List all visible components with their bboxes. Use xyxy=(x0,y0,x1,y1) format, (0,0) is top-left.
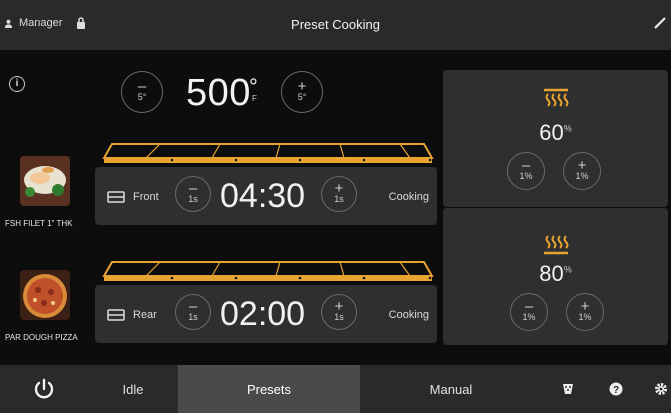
cleaning-button[interactable] xyxy=(548,365,588,413)
power-button[interactable] xyxy=(0,365,88,413)
temp-step-label: 5° xyxy=(297,92,307,102)
product-image-fish[interactable] xyxy=(20,156,70,206)
time-increase-button[interactable]: + 1s xyxy=(321,294,357,330)
temp-step-label: 5° xyxy=(137,92,147,102)
zone-status: Cooking xyxy=(388,191,429,203)
bottom-heater-panel[interactable]: 80% – 1% + 1% xyxy=(443,208,668,345)
zone-name: Front xyxy=(133,191,159,203)
svg-text:?: ? xyxy=(613,385,619,396)
cleaning-icon xyxy=(563,384,573,394)
time-decrease-button[interactable]: – 1s xyxy=(175,294,211,330)
zone-name: Rear xyxy=(133,309,157,321)
temperature-value: 500 xyxy=(186,72,251,114)
oven-zone-icon xyxy=(107,191,125,203)
product-label: PAR DOUGH PIZZA xyxy=(5,333,78,342)
bottom-heater-icon xyxy=(544,235,569,255)
temperature-unit: ° F xyxy=(249,74,258,104)
top-heater-value: 60% xyxy=(539,120,572,145)
power-icon xyxy=(34,378,54,399)
gear-icon xyxy=(654,383,667,395)
product-image-pizza[interactable] xyxy=(20,270,70,320)
tab-presets[interactable]: Presets xyxy=(178,365,360,413)
rack-rear-icon xyxy=(102,261,434,281)
help-button[interactable]: ? xyxy=(598,365,634,413)
oven-zone-icon xyxy=(107,309,125,321)
product-label: FSH FILET 1" THK xyxy=(5,219,73,228)
help-icon: ? xyxy=(609,382,623,396)
rack-front-icon xyxy=(102,143,434,163)
top-heater-increase-button[interactable]: + 1% xyxy=(563,152,601,190)
bottom-heater-increase-button[interactable]: + 1% xyxy=(566,293,604,331)
bottom-nav: Idle Presets Manual ? xyxy=(0,365,671,413)
zone-front-panel[interactable]: Front – 1s 04:30 + 1s Cooking xyxy=(95,167,437,225)
time-increase-button[interactable]: + 1s xyxy=(321,176,357,212)
time-decrease-button[interactable]: – 1s xyxy=(175,176,211,212)
info-icon[interactable]: i xyxy=(9,76,25,92)
cook-time: 04:30 xyxy=(220,177,306,215)
zone-status: Cooking xyxy=(388,309,429,321)
temp-decrease-button[interactable]: – 5° xyxy=(121,71,163,113)
top-heater-decrease-button[interactable]: – 1% xyxy=(507,152,545,190)
temp-increase-button[interactable]: + 5° xyxy=(281,71,323,113)
zone-rear-panel[interactable]: Rear – 1s 02:00 + 1s Cooking xyxy=(95,285,437,343)
header-bar: Manager Preset Cooking xyxy=(0,0,671,50)
bottom-heater-value: 80% xyxy=(539,261,572,286)
tab-idle[interactable]: Idle xyxy=(88,365,178,413)
edit-icon[interactable] xyxy=(653,14,669,30)
cook-time: 02:00 xyxy=(220,295,306,333)
bottom-heater-decrease-button[interactable]: – 1% xyxy=(510,293,548,331)
top-heater-panel[interactable]: 60% – 1% + 1% xyxy=(443,70,668,207)
top-heater-icon xyxy=(544,88,569,107)
page-title: Preset Cooking xyxy=(291,17,380,32)
settings-button[interactable] xyxy=(650,365,671,413)
tab-manual[interactable]: Manual xyxy=(360,365,542,413)
